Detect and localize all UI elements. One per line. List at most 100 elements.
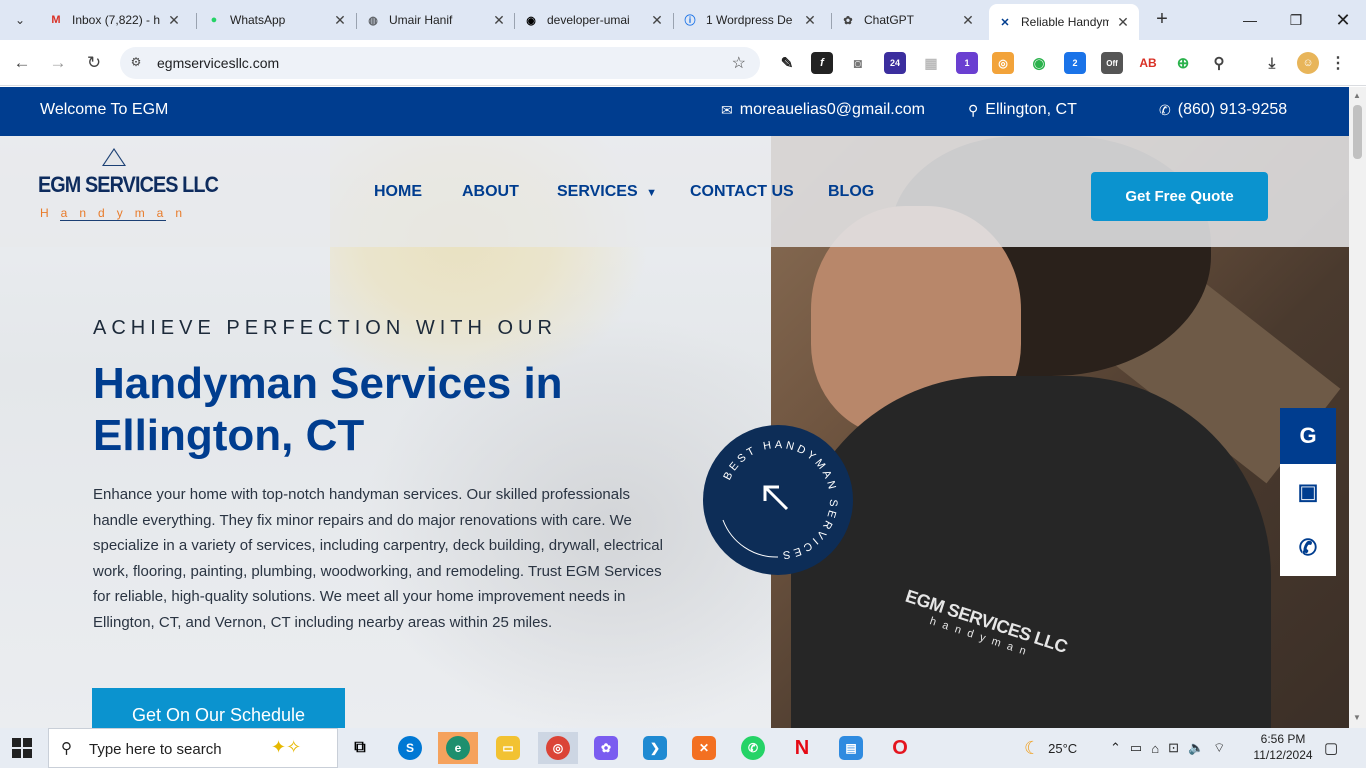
close-tab-icon[interactable]: ✕ xyxy=(802,12,818,29)
adblock-extension-icon[interactable]: AB xyxy=(1137,52,1159,74)
close-tab-icon[interactable]: ✕ xyxy=(960,12,976,29)
chrome-extension-icon[interactable]: 2 xyxy=(1064,52,1086,74)
scroll-up-icon[interactable]: ▲ xyxy=(1353,91,1361,100)
netflix-icon[interactable]: N xyxy=(782,732,822,764)
close-tab-icon[interactable]: ✕ xyxy=(166,12,182,29)
moon-weather-icon: ☾ xyxy=(1024,737,1041,758)
email-text[interactable]: moreauelias0@gmail.com xyxy=(740,101,925,119)
store-icon[interactable]: ▤ xyxy=(831,732,871,764)
nav-blog[interactable]: BLOG xyxy=(828,183,874,201)
tab-whatsapp[interactable]: ● WhatsApp ✕ xyxy=(198,6,356,34)
profile-avatar[interactable]: ☺ xyxy=(1297,52,1319,74)
close-tab-icon[interactable]: ✕ xyxy=(491,12,507,29)
tools-icon: ✕ xyxy=(1000,16,1010,29)
chrome-icon[interactable]: ◎ xyxy=(538,732,578,764)
square-extension-icon[interactable]: ◎ xyxy=(992,52,1014,74)
skype-icon[interactable]: S xyxy=(390,732,430,764)
scroll-down-icon[interactable]: ▼ xyxy=(1353,713,1361,722)
windows-taskbar: ⚲ Type here to search ✦✧ ⧉ S e ▭ ◎ ✿ ❯ ✕… xyxy=(0,728,1366,768)
email-info[interactable]: ✉ moreauelias0@gmail.com xyxy=(721,101,925,119)
address-bar[interactable]: ⚙ egmservicesllc.com ☆ xyxy=(120,47,760,79)
logo-tagline: Handyman xyxy=(40,206,195,220)
close-tab-icon[interactable]: ✕ xyxy=(1115,14,1131,31)
wifi-icon[interactable]: ⌔ xyxy=(1213,740,1225,756)
colorful-extension-icon[interactable]: 1 xyxy=(956,52,978,74)
eye-extension-icon[interactable]: ◉ xyxy=(1028,52,1050,74)
tab-chatgpt[interactable]: ✿ ChatGPT ✕ xyxy=(832,6,984,34)
tab-wordpress[interactable]: ⓘ 1 Wordpress De ✕ xyxy=(674,6,826,34)
copilot-icon[interactable]: ✿ xyxy=(586,732,626,764)
tab-title: Reliable Handym xyxy=(1021,15,1109,29)
vscode-icon[interactable]: ❯ xyxy=(635,732,675,764)
google-float-button[interactable]: G xyxy=(1280,408,1336,464)
close-tab-icon[interactable]: ✕ xyxy=(332,12,348,29)
usb-icon[interactable]: ⌂ xyxy=(1151,741,1159,756)
volume-icon[interactable]: 🔈 xyxy=(1188,740,1204,756)
scroll-thumb[interactable] xyxy=(1353,105,1362,159)
grid-extension-icon[interactable]: ▦ xyxy=(920,52,942,74)
taskbar-clock[interactable]: 6:56 PM 11/12/2024 xyxy=(1249,731,1317,763)
tab-title: ChatGPT xyxy=(864,13,915,27)
nav-home[interactable]: HOME xyxy=(374,183,422,201)
nav-contact[interactable]: CONTACT US xyxy=(690,183,794,201)
notification-icon[interactable]: ▢ xyxy=(1324,728,1338,768)
page-scrollbar[interactable]: ▲ ▼ xyxy=(1349,87,1366,728)
site-info-icon[interactable]: ⚙ xyxy=(128,55,144,71)
tab-gmail[interactable]: M Inbox (7,822) - h ✕ xyxy=(40,6,190,34)
whatsapp-taskbar-icon[interactable]: ✆ xyxy=(733,732,773,764)
task-view-icon[interactable]: ⧉ xyxy=(340,732,380,764)
tab-github[interactable]: ◉ developer-umai ✕ xyxy=(515,6,673,34)
phone-text[interactable]: (860) 913-9258 xyxy=(1178,101,1287,119)
minimize-icon[interactable]: — xyxy=(1238,8,1262,32)
cap-extension-icon[interactable]: 24 xyxy=(884,52,906,74)
puzzle-extensions-icon[interactable]: ⚲ xyxy=(1208,52,1230,74)
security-icon[interactable]: ⊡ xyxy=(1168,740,1179,756)
forward-arrow-icon[interactable]: → xyxy=(46,51,70,75)
hero-headline: Handyman Services in Ellington, CT xyxy=(93,358,653,462)
restore-icon[interactable]: ❐ xyxy=(1284,8,1308,32)
caret-down-icon: ▼ xyxy=(646,187,657,199)
phone-float-button[interactable]: ✆ xyxy=(1280,520,1336,576)
tray-chevron-icon[interactable]: ⌃ xyxy=(1110,740,1121,756)
back-arrow-icon[interactable]: ← xyxy=(10,51,34,75)
toggle-extension-icon[interactable]: Off xyxy=(1101,52,1123,74)
weather-widget[interactable]: ☾ 25°C xyxy=(1024,728,1077,768)
camera-extension-icon[interactable]: ◙ xyxy=(847,52,869,74)
url-text[interactable]: egmservicesllc.com xyxy=(157,55,279,71)
font-extension-icon[interactable]: f xyxy=(811,52,833,74)
clipboard-float-button[interactable]: ▣ xyxy=(1280,464,1336,520)
get-free-quote-button[interactable]: Get Free Quote xyxy=(1091,172,1268,221)
phone-info[interactable]: ✆ (860) 913-9258 xyxy=(1159,101,1287,119)
opera-icon[interactable]: O xyxy=(880,732,920,764)
tab-umair[interactable]: ◍ Umair Hanif ✕ xyxy=(357,6,515,34)
location-text: Ellington, CT xyxy=(985,101,1077,118)
site-logo[interactable]: EGM SERVICES LLC Handyman xyxy=(38,146,219,238)
get-on-schedule-button[interactable]: Get On Our Schedule xyxy=(92,688,345,728)
envelope-icon: ✉ xyxy=(721,101,733,118)
search-icon: ⚲ xyxy=(61,740,72,757)
file-explorer-icon[interactable]: ▭ xyxy=(488,732,528,764)
best-handyman-badge[interactable]: BEST HANDYMAN SERVICES xyxy=(703,425,853,575)
windows-start-icon[interactable] xyxy=(12,738,32,758)
taskbar-search-box[interactable]: ⚲ Type here to search ✦✧ xyxy=(48,728,338,768)
nav-services[interactable]: SERVICES ▼ xyxy=(557,183,657,201)
new-tab-icon[interactable]: + xyxy=(1150,8,1174,32)
eyedropper-extension-icon[interactable]: ✎ xyxy=(776,52,798,74)
top-info-bar: Welcome To EGM ✉ moreauelias0@gmail.com … xyxy=(0,87,1349,136)
close-tab-icon[interactable]: ✕ xyxy=(649,12,665,29)
money-extension-icon[interactable]: ⊕ xyxy=(1172,52,1194,74)
nav-about[interactable]: ABOUT xyxy=(462,183,519,201)
battery-icon[interactable]: ▭ xyxy=(1130,740,1142,756)
nav-services-label: SERVICES xyxy=(557,183,638,200)
xampp-icon[interactable]: ✕ xyxy=(684,732,724,764)
weather-temp: 25°C xyxy=(1048,740,1078,756)
edge-icon[interactable]: e xyxy=(438,732,478,764)
hero-headline-line1: Handyman Services in xyxy=(93,359,563,408)
bookmark-star-icon[interactable]: ☆ xyxy=(732,53,746,73)
close-window-icon[interactable]: ✕ xyxy=(1331,8,1355,32)
tab-search-chevron-icon[interactable]: ⌄ xyxy=(8,8,32,32)
tab-reliable-handyman[interactable]: ✕ Reliable Handym ✕ xyxy=(989,4,1139,40)
download-icon[interactable]: ⤓ xyxy=(1261,52,1283,74)
kebab-menu-icon[interactable]: ⋮ xyxy=(1327,52,1349,74)
reload-icon[interactable]: ↻ xyxy=(82,51,106,75)
